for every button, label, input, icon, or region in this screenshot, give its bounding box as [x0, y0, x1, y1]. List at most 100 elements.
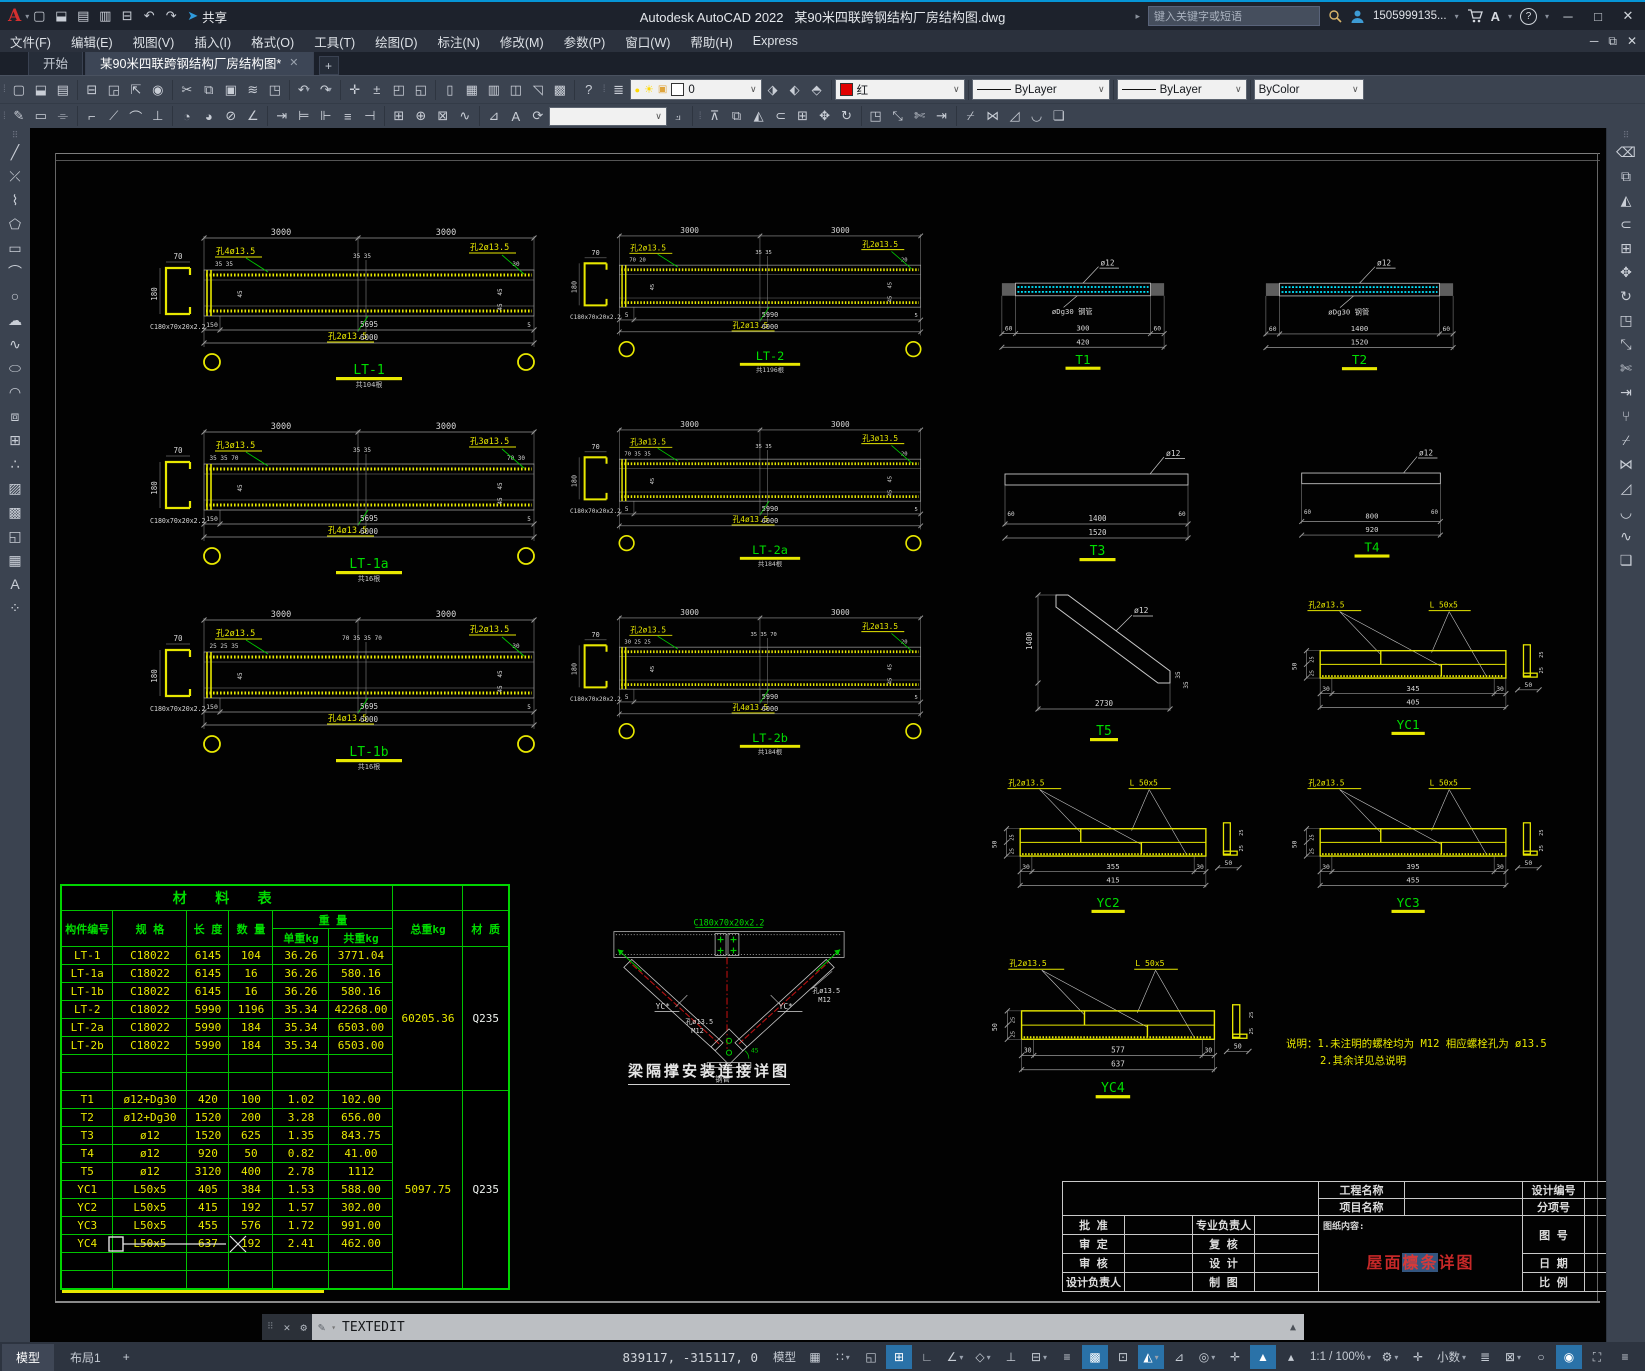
join-icon[interactable]: ⋈	[982, 105, 1004, 127]
menu-视图(V)[interactable]: 视图(V)	[123, 30, 185, 52]
layer-properties-icon[interactable]: ≣	[608, 79, 630, 101]
osnap-3d[interactable]: ◭ ▾	[1137, 1345, 1164, 1369]
open-icon[interactable]: ⬓	[30, 79, 52, 101]
explode-icon[interactable]: ❏	[1048, 105, 1070, 127]
publish-icon[interactable]: ⇱	[125, 79, 147, 101]
new-icon[interactable]: ▢	[8, 79, 30, 101]
markup-icon[interactable]: ◹	[527, 79, 549, 101]
aligned-dimension-icon[interactable]: ⟋	[103, 105, 125, 127]
layout1-tab[interactable]: 布局1	[56, 1344, 115, 1371]
gizmo[interactable]: ✛	[1222, 1345, 1248, 1369]
user-avatar-icon[interactable]	[1350, 9, 1365, 24]
doc-minimize-button[interactable]: ─	[1590, 34, 1599, 49]
open-file-icon[interactable]: ⬓	[51, 6, 71, 26]
isometric-drafting[interactable]: ◇ ▾	[970, 1345, 996, 1369]
layer-previous-icon[interactable]: ⬗	[762, 79, 784, 101]
center-mark-icon[interactable]: ⊕	[410, 105, 432, 127]
array-icon[interactable]: ⊞	[792, 105, 814, 127]
gradient-icon[interactable]: ▩	[3, 500, 27, 524]
offset-icon[interactable]: ⊂	[1614, 212, 1638, 236]
customization[interactable]: ≡	[1612, 1345, 1638, 1369]
clean-screen[interactable]: ⛶	[1584, 1345, 1610, 1369]
command-text[interactable]: TEXTEDIT	[342, 1320, 405, 1335]
plot-icon[interactable]: ⊟	[117, 6, 137, 26]
isolate-objects[interactable]: ○	[1528, 1345, 1554, 1369]
line-icon[interactable]: ╱	[3, 140, 27, 164]
zoom-window-icon[interactable]: ◰	[388, 79, 410, 101]
point-icon[interactable]: ∴	[3, 452, 27, 476]
redo-icon[interactable]: ↷ ▾	[315, 79, 337, 101]
tie-drawing-T3[interactable]: ø12 1400 60 60 1520 T3	[995, 442, 1200, 562]
rotate-icon[interactable]: ↻	[836, 105, 858, 127]
cut-icon[interactable]: ✂	[176, 79, 198, 101]
yc-drawing-YC1[interactable]: 孔2ø13.5 L 50x5 50 25 25 30 345 30 405 50 25 25 YC1	[1283, 594, 1545, 737]
tab-start[interactable]: 开始	[28, 49, 84, 75]
dynamic-input[interactable]: ⊞	[885, 1345, 912, 1369]
doc-restore-button[interactable]: ⧉	[1608, 34, 1617, 49]
model-space-button[interactable]: 模型	[769, 1345, 800, 1369]
angular-icon[interactable]: ∠	[242, 105, 264, 127]
redo-icon[interactable]: ↷	[161, 6, 181, 26]
arc-length-icon[interactable]: ⌒	[125, 105, 147, 127]
beam-drawing-LT-2a[interactable]: 70 180 C180x70x20x2.2 3000 3000 70 35 35 35 35…	[570, 408, 928, 568]
paste-icon[interactable]: ▣	[220, 79, 242, 101]
polyline-icon[interactable]: ⌇	[3, 188, 27, 212]
help-chevron-icon[interactable]: ▾	[1545, 12, 1549, 21]
save-icon[interactable]: ▤	[73, 6, 93, 26]
yc-drawing-YC2[interactable]: 孔2ø13.5 L 50x5 50 25 25 30 355 30 415 50 25 25 YC2	[983, 772, 1245, 915]
app-chevron-icon[interactable]: ▾	[1508, 12, 1512, 21]
command-wrench-icon[interactable]: ⚙	[300, 1321, 307, 1334]
tab-close-icon[interactable]: ✕	[289, 56, 298, 69]
object-snap[interactable]: ⊟ ▾	[1026, 1345, 1052, 1369]
textedit-icon[interactable]: ✎	[8, 105, 30, 127]
menu-工具(T)[interactable]: 工具(T)	[304, 30, 365, 52]
mtext-edit-icon[interactable]: ▭	[30, 105, 52, 127]
beam-drawing-LT-2[interactable]: 70180C180x70x20x2.23000 300070 2035 35204…	[570, 214, 928, 374]
undo-icon[interactable]: ↶ ▾	[293, 79, 315, 101]
point-style-icon[interactable]: ⁘	[3, 596, 27, 620]
table-icon[interactable]: ▦	[3, 548, 27, 572]
grid[interactable]: ▦	[802, 1345, 828, 1369]
infer-constraints[interactable]: ◱	[858, 1345, 884, 1369]
beam-drawing-LT-1a[interactable]: 70 180 C180x70x20x2.2 3000 3000 35 35 70 35 35…	[150, 408, 542, 583]
yc-drawing-YC4[interactable]: 孔2ø13.5 L 50x5 50 25 25 30 577 30 637 50 25 25 YC4	[983, 952, 1255, 1100]
osnap-tracking[interactable]: ⊥	[998, 1345, 1024, 1369]
batch-plot-icon[interactable]: ◉	[147, 79, 169, 101]
extend-icon[interactable]: ⇥	[931, 105, 953, 127]
plotstyle-combo[interactable]: ByColor ∨	[1253, 79, 1364, 100]
dynamic-ucs[interactable]: ⊿	[1166, 1345, 1192, 1369]
break-icon[interactable]: ⌿	[960, 105, 982, 127]
revcloud-icon[interactable]: ☁	[3, 308, 27, 332]
make-block-icon[interactable]: ⊞	[3, 428, 27, 452]
region-icon[interactable]: ◱	[3, 524, 27, 548]
radius-icon[interactable]: ◔	[176, 105, 198, 127]
menu-编辑(E)[interactable]: 编辑(E)	[61, 30, 123, 52]
join-icon[interactable]: ⋈	[1614, 452, 1638, 476]
search-expand-icon[interactable]: ▸	[1135, 11, 1140, 22]
tie-drawing-T4[interactable]: ø12 800 60 60 920 T4	[1292, 442, 1452, 558]
user-menu-chevron-icon[interactable]: ▾	[1455, 12, 1459, 21]
dim-break-icon[interactable]: ⊣	[359, 105, 381, 127]
trim-icon[interactable]: ✄	[1614, 356, 1638, 380]
command-line[interactable]: ⠿ ✕ ⚙ ✎ ▾ TEXTEDIT ▲	[261, 1314, 1304, 1340]
toolpalettes-icon[interactable]: ▥	[483, 79, 505, 101]
sheetset-icon[interactable]: ◫	[505, 79, 527, 101]
undo-icon[interactable]: ↶	[139, 6, 159, 26]
annotation-scale[interactable]: 1:1 / 100% ▾	[1306, 1345, 1375, 1369]
drawing-canvas[interactable]: 70 180 C180x70x20x2.2 3000 3000 35 35 35 35 30 4…	[29, 128, 1607, 1342]
fillet-icon[interactable]: ◡	[1614, 500, 1638, 524]
ellipse-arc-icon[interactable]: ◠	[3, 380, 27, 404]
plot-preview-icon[interactable]: ◲	[103, 79, 125, 101]
dim-update-icon[interactable]: ⟳	[527, 105, 549, 127]
spellcheck-icon[interactable]: ⌯	[52, 105, 74, 127]
tab-document[interactable]: 某90米四联跨钢结构厂房结构图* ✕	[85, 49, 314, 75]
menu-窗口(W)[interactable]: 窗口(W)	[615, 30, 680, 52]
yc-drawing-YC3[interactable]: 孔2ø13.5 L 50x5 50 25 25 30 395 30 455 50 25 25 YC3	[1283, 772, 1545, 915]
search-input[interactable]: 键入关键字或短语	[1148, 6, 1321, 26]
mtext-icon[interactable]: A	[3, 572, 27, 596]
beam-drawing-LT-1b[interactable]: 70 180 C180x70x20x2.2 3000 3000 25 25 35 70 35…	[150, 596, 542, 771]
command-close-icon[interactable]: ✕	[284, 1321, 291, 1334]
scale-icon[interactable]: ◳	[1614, 308, 1638, 332]
doc-close-button[interactable]: ✕	[1627, 34, 1637, 49]
draworder-icon[interactable]: ⊼	[704, 105, 726, 127]
